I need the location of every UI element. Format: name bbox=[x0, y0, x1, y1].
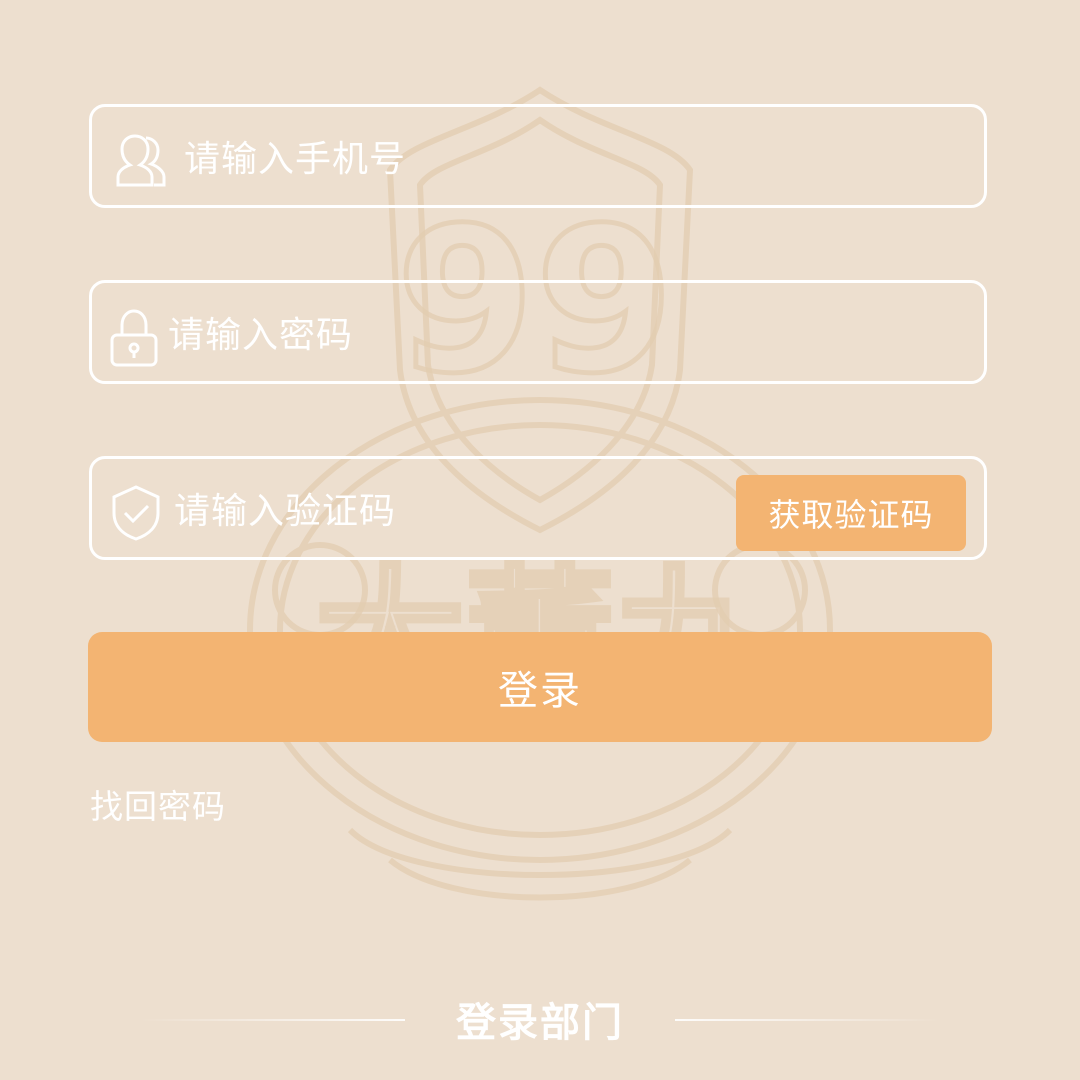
password-field[interactable]: 请输入密码 bbox=[89, 280, 987, 384]
login-screen: 99 大董九 请输入手机号 请输入密码 请输入验证码 获取验证码 登录 找回密码… bbox=[0, 0, 1080, 1080]
phone-placeholder: 请输入手机号 bbox=[184, 139, 407, 180]
get-verification-code-button[interactable]: 获取验证码 bbox=[736, 475, 966, 551]
password-placeholder: 请输入密码 bbox=[168, 315, 354, 356]
shield-check-icon bbox=[112, 485, 160, 541]
verification-code-placeholder: 请输入验证码 bbox=[174, 491, 397, 532]
forgot-password-link[interactable]: 找回密码 bbox=[90, 780, 226, 828]
users-icon bbox=[116, 134, 166, 187]
login-button[interactable]: 登录 bbox=[88, 632, 992, 742]
verification-code-field[interactable]: 请输入验证码 获取验证码 bbox=[89, 456, 987, 560]
divider-right bbox=[675, 1019, 940, 1021]
phone-field[interactable]: 请输入手机号 bbox=[89, 104, 987, 208]
login-department-section: 登录部门 bbox=[0, 990, 1080, 1050]
lock-icon bbox=[110, 309, 158, 367]
